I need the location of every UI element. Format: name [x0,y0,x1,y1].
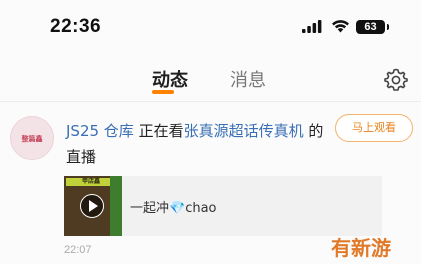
play-icon[interactable] [80,194,104,218]
watermark: 有新游 [331,236,391,260]
active-tab-indicator [152,90,174,94]
post-timestamp: 22:07 [64,244,92,256]
status-time: 22:36 [50,16,102,37]
tab-dynamics[interactable]: 动态 [152,66,188,92]
live-text-after: chao [185,201,217,216]
signal-icon [302,20,322,33]
live-card[interactable]: 甲店鑫 一起冲💎chao [64,176,382,236]
tab-messages[interactable]: 消息 [230,66,266,92]
avatar[interactable]: 整篇鑫 [10,116,54,160]
battery-icon: 63 [356,20,389,34]
gear-icon[interactable] [384,68,408,92]
wifi-icon [332,20,349,33]
live-thumbnail[interactable]: 甲店鑫 [64,176,122,236]
status-bar: 22:36 63 [0,0,421,56]
verb-text: 正在看 [133,122,184,140]
watch-now-button[interactable]: 马上观看 [335,114,413,142]
top-tabs: 动态 消息 [0,56,421,100]
live-text: 一起冲 [130,201,170,216]
avatar-text: 整篇鑫 [21,135,43,143]
battery-level: 63 [364,21,377,33]
thumbnail-stripe [110,176,122,236]
user-name-link[interactable]: JS25 仓库 [66,122,134,140]
live-card-text: 一起冲💎chao [130,197,217,216]
post-headline: JS25 仓库 正在看张真源超话传真机 的直播 [66,118,336,170]
diamond-icon: 💎 [169,201,186,216]
thumbnail-title: 甲店鑫 [66,178,116,186]
topic-link[interactable]: 张真源超话传真机 [184,122,304,140]
